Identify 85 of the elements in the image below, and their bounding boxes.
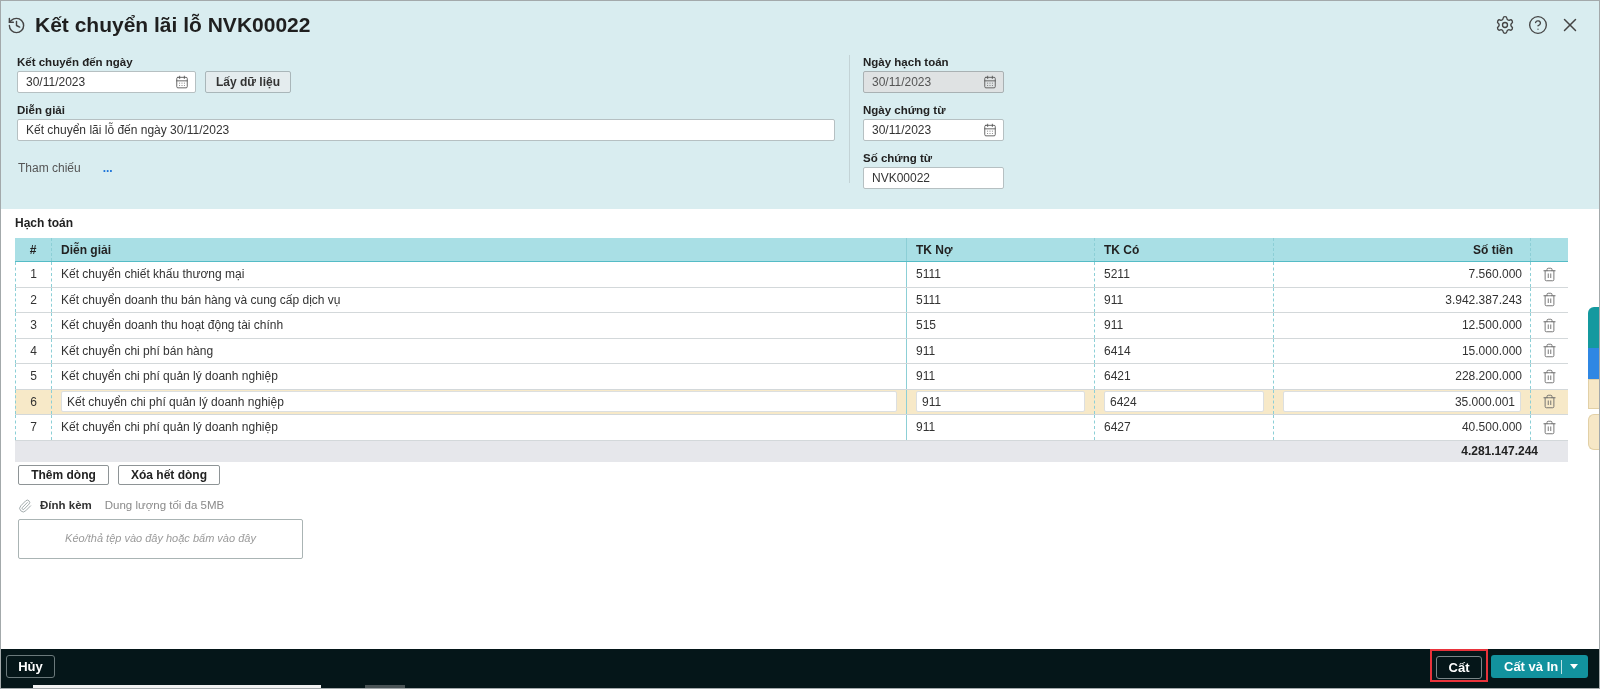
table-cell: Kết chuyển chiết khấu thương mại bbox=[52, 262, 907, 287]
trash-icon[interactable] bbox=[1542, 394, 1557, 410]
table-cell: 911 bbox=[907, 415, 1095, 440]
trash-icon[interactable] bbox=[1542, 368, 1557, 384]
table-cell: 911 bbox=[907, 338, 1095, 363]
field-label: Số chứng từ bbox=[863, 151, 933, 165]
table-cell: 911 bbox=[1095, 287, 1274, 312]
field-label: Ngày chứng từ bbox=[863, 103, 946, 117]
table-cell: 5 bbox=[15, 364, 52, 389]
table-cell: 2 bbox=[15, 287, 52, 312]
settings-icon[interactable] bbox=[1495, 15, 1515, 35]
scrollbar-thumb[interactable] bbox=[365, 685, 405, 688]
table-cell: 15.000.000 bbox=[1274, 338, 1531, 363]
fetch-data-button[interactable]: Lấy dữ liệu bbox=[205, 71, 291, 93]
field-label: Ngày hạch toán bbox=[863, 55, 949, 69]
table-cell: 6 bbox=[15, 389, 52, 414]
table-cell: 1 bbox=[15, 262, 52, 287]
table-cell: 6427 bbox=[1095, 415, 1274, 440]
table-cell: 3.942.387.243 bbox=[1274, 287, 1531, 312]
paperclip-icon bbox=[18, 498, 32, 513]
cell-input[interactable]: Kết chuyển chi phí quản lý doanh nghiệp bbox=[61, 391, 897, 413]
cell-input[interactable]: 911 bbox=[916, 391, 1085, 413]
history-icon bbox=[7, 15, 26, 35]
table-cell: Kết chuyển doanh thu bán hàng và cung cấp dịch vụ bbox=[52, 287, 907, 312]
date-field[interactable]: 30/11/2023 bbox=[17, 71, 196, 93]
cancel-button[interactable]: Hủy bbox=[6, 655, 55, 678]
clear-rows-button[interactable]: Xóa hết dòng bbox=[118, 464, 220, 485]
scrollbar-thumb[interactable] bbox=[33, 685, 321, 688]
table-row[interactable]: 7 Kết chuyển chi phí quản lý doanh nghiệp 911 6427 40.500.000 bbox=[15, 415, 1568, 441]
table-cell: 12.500.000 bbox=[1274, 313, 1531, 338]
table-cell: 7 bbox=[15, 415, 52, 440]
cell-input[interactable]: 35.000.001 bbox=[1283, 391, 1521, 413]
trash-icon[interactable] bbox=[1542, 292, 1557, 308]
table-cell: 4 bbox=[15, 338, 52, 363]
attachment-hint: Dung lượng tối đa 5MB bbox=[104, 497, 225, 513]
trash-icon[interactable] bbox=[1542, 317, 1557, 333]
trash-icon[interactable] bbox=[1542, 266, 1557, 282]
caret-icon[interactable] bbox=[1570, 664, 1578, 669]
table-cell: Kết chuyển chi phí bán hàng bbox=[52, 338, 907, 363]
save-print-button[interactable]: Cất và In bbox=[1491, 655, 1588, 678]
table-cell: 40.500.000 bbox=[1274, 415, 1531, 440]
column-header[interactable]: # bbox=[29, 240, 37, 259]
column-header[interactable]: TK Nợ bbox=[916, 240, 953, 259]
attachment-label: Đính kèm bbox=[40, 497, 92, 513]
table-cell: 6414 bbox=[1095, 338, 1274, 363]
table-cell: 911 bbox=[1095, 313, 1274, 338]
table-cell: 515 bbox=[907, 313, 1095, 338]
column-header[interactable]: TK Có bbox=[1104, 240, 1140, 259]
table-cell: Kết chuyển chi phí quản lý doanh nghiệp bbox=[52, 364, 907, 389]
table-cell: 911 bbox=[907, 364, 1095, 389]
cell-input[interactable]: 6424 bbox=[1104, 391, 1264, 413]
table-row[interactable]: 4 Kết chuyển chi phí bán hàng 911 6414 15.000.000 bbox=[15, 338, 1568, 364]
table-cell: 5111 bbox=[907, 262, 1095, 287]
column-header[interactable]: Số tiền bbox=[1473, 240, 1513, 259]
table-cell: 5211 bbox=[1095, 262, 1274, 287]
table-cell: 3 bbox=[15, 313, 52, 338]
date-field[interactable]: 30/11/2023 bbox=[863, 119, 1004, 141]
table-row[interactable]: 5 Kết chuyển chi phí quản lý doanh nghiệp 911 6421 228.200.000 bbox=[15, 364, 1568, 390]
reference-link[interactable]: ... bbox=[102, 159, 113, 177]
table-row[interactable]: 6 Kết chuyển chi phí quản lý doanh nghiệp 911 6424 35.000.001 bbox=[15, 389, 1568, 415]
table-row[interactable]: 3 Kết chuyển doanh thu hoạt động tài chính 515 911 12.500.000 bbox=[15, 313, 1568, 339]
table-row[interactable]: 1 Kết chuyển chiết khấu thương mại 5111 5211 7.560.000 bbox=[15, 262, 1568, 288]
text-field[interactable]: Kết chuyển lãi lỗ đến ngày 30/11/2023 bbox=[17, 119, 835, 141]
table-cell: 5111 bbox=[907, 287, 1095, 312]
window-title: Kết chuyển lãi lỗ NVK00022 bbox=[35, 12, 311, 39]
table-cell: 228.200.000 bbox=[1274, 364, 1531, 389]
trash-icon[interactable] bbox=[1542, 419, 1557, 435]
trash-icon[interactable] bbox=[1542, 343, 1557, 359]
table-cell: Kết chuyển doanh thu hoạt động tài chính bbox=[52, 313, 907, 338]
save-button[interactable]: Cất bbox=[1436, 656, 1482, 680]
total-amount: 4.281.147.244 bbox=[1461, 443, 1538, 460]
table-row[interactable]: 2 Kết chuyển doanh thu bán hàng và cung cấp dịch vụ 5111 911 3.942.387.243 bbox=[15, 287, 1568, 313]
field-label: Diễn giải bbox=[17, 103, 65, 117]
add-row-button[interactable]: Thêm dòng bbox=[18, 464, 109, 485]
column-header[interactable]: Diễn giải bbox=[61, 240, 111, 259]
reference-label: Tham chiếu bbox=[18, 160, 81, 177]
section-title: Hạch toán bbox=[15, 216, 73, 231]
table-cell: 6421 bbox=[1095, 364, 1274, 389]
calendar-icon[interactable] bbox=[175, 75, 189, 89]
field-label: Kết chuyển đến ngày bbox=[17, 55, 133, 69]
help-icon[interactable] bbox=[1528, 15, 1548, 35]
calendar-icon[interactable] bbox=[983, 123, 997, 137]
table-cell: Kết chuyển chi phí quản lý doanh nghiệp bbox=[52, 415, 907, 440]
table-cell: 7.560.000 bbox=[1274, 262, 1531, 287]
text-field[interactable]: NVK00022 bbox=[863, 167, 1004, 189]
